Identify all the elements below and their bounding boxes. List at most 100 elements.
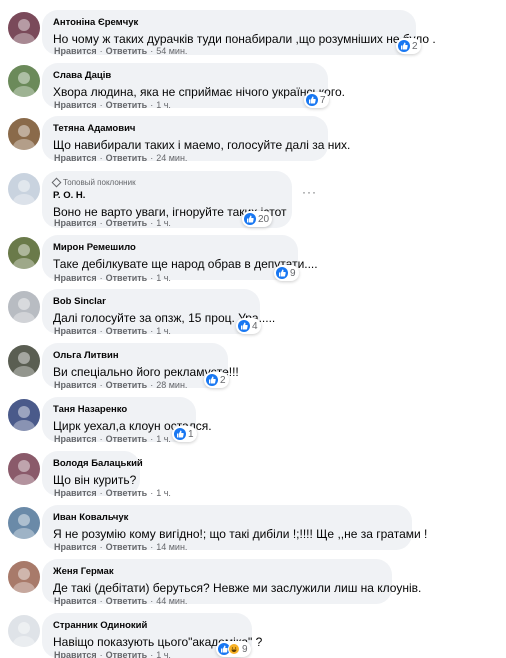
like-button[interactable]: Нравится [54,380,97,390]
reactions-count[interactable]: 20 [242,211,273,227]
reply-button[interactable]: Ответить [106,218,148,228]
comment-author[interactable]: Тетяна Адамович [53,123,317,135]
comment-author[interactable]: Иван Ковальчук [53,512,401,524]
comment-author[interactable]: Слава Даців [53,70,317,82]
reply-button[interactable]: Ответить [106,542,148,552]
avatar[interactable] [8,173,40,205]
top-fan-badge: Топовый поклонник [51,177,281,188]
reply-button[interactable]: Ответить [106,46,148,56]
comment-timestamp[interactable]: 1 ч. [156,273,171,283]
separator: · [99,542,103,552]
like-reaction-icon [174,428,186,440]
comment-timestamp[interactable]: 24 мин. [156,153,187,163]
comment-timestamp[interactable]: 1 ч. [156,100,171,110]
like-reaction-icon [206,374,218,386]
reactions-count[interactable]: 7 [304,92,329,108]
comment-actions: Нравится · Ответить · 1 ч. [54,218,171,228]
more-options-icon[interactable]: ··· [302,185,317,199]
reactions-number: 2 [412,40,418,52]
separator: · [150,650,154,658]
like-button[interactable]: Нравится [54,100,97,110]
avatar[interactable] [8,453,40,485]
reply-button[interactable]: Ответить [106,488,148,498]
like-button[interactable]: Нравится [54,326,97,336]
avatar[interactable] [8,65,40,97]
reactions-count[interactable]: 4 [236,318,261,334]
comment-actions: Нравится · Ответить · 1 ч. [54,488,171,498]
comment-actions: Нравится · Ответить · 1 ч. [54,434,171,444]
avatar[interactable] [8,118,40,150]
like-button[interactable]: Нравится [54,542,97,552]
like-button[interactable]: Нравится [54,488,97,498]
reactions-count[interactable]: 2 [396,38,421,54]
comment-author[interactable]: Р. О. Н. [53,190,281,202]
comment-author[interactable]: Таня Назаренко [53,404,185,416]
like-button[interactable]: Нравится [54,596,97,606]
comment-timestamp[interactable]: 1 ч. [156,488,171,498]
separator: · [150,100,154,110]
reply-button[interactable]: Ответить [106,380,148,390]
comment-text: Далі голосуйте за опзж, 15 проц. Ура....… [53,311,276,325]
comment-author[interactable]: Bob Sinclar [53,296,249,308]
separator: · [150,218,154,228]
reply-button[interactable]: Ответить [106,153,148,163]
comment-author[interactable]: Антоніна Єремчук [53,17,405,29]
separator: · [99,380,103,390]
reply-button[interactable]: Ответить [106,650,148,658]
comment-author[interactable]: Мирон Ремешило [53,242,287,254]
avatar[interactable] [8,399,40,431]
comment-author[interactable]: Женя Гермак [53,566,381,578]
comment-text: Хвора людина, яка не сприймає нічого укр… [53,85,345,99]
separator: · [150,326,154,336]
avatar[interactable] [8,345,40,377]
reply-button[interactable]: Ответить [106,273,148,283]
reactions-number: 1 [188,428,194,440]
comment-text: Я не розумію кому вигідно!; що такі дибі… [53,527,428,541]
like-reaction-icon [238,320,250,332]
comment-actions: Нравится · Ответить · 1 ч. [54,273,171,283]
avatar[interactable] [8,561,40,593]
reactions-count[interactable]: 2 [204,372,229,388]
like-button[interactable]: Нравится [54,273,97,283]
like-button[interactable]: Нравится [54,218,97,228]
comment-timestamp[interactable]: 28 мин. [156,380,187,390]
comment-timestamp[interactable]: 1 ч. [156,650,171,658]
avatar[interactable] [8,291,40,323]
reply-button[interactable]: Ответить [106,596,148,606]
comment-timestamp[interactable]: 44 мин. [156,596,187,606]
separator: · [150,273,154,283]
separator: · [99,100,103,110]
comment-actions: Нравится · Ответить · 24 мин. [54,153,187,163]
comment-author[interactable]: Ольга Литвин [53,350,217,362]
reactions-count[interactable]: 9 [274,265,299,281]
comment-author[interactable]: Володя Балацький [53,458,143,470]
comment-timestamp[interactable]: 14 мин. [156,542,187,552]
comment-author[interactable]: Странник Одинокий [53,620,241,632]
like-button[interactable]: Нравится [54,434,97,444]
comment-timestamp[interactable]: 1 ч. [156,326,171,336]
comment-actions: Нравится · Ответить · 1 ч. [54,650,171,658]
comment-timestamp[interactable]: 54 мин. [156,46,187,56]
separator: · [99,488,103,498]
reply-button[interactable]: Ответить [106,434,148,444]
like-button[interactable]: Нравится [54,650,97,658]
like-button[interactable]: Нравится [54,153,97,163]
reply-button[interactable]: Ответить [106,326,148,336]
diamond-icon [51,177,62,188]
separator: · [150,380,154,390]
separator: · [150,542,154,552]
comment-actions: Нравится · Ответить · 1 ч. [54,326,171,336]
avatar[interactable] [8,507,40,539]
reply-button[interactable]: Ответить [106,100,148,110]
avatar[interactable] [8,615,40,647]
avatar[interactable] [8,237,40,269]
avatar[interactable] [8,12,40,44]
like-button[interactable]: Нравится [54,46,97,56]
separator: · [150,434,154,444]
reactions-count[interactable]: 1 [172,426,197,442]
comment-timestamp[interactable]: 1 ч. [156,218,171,228]
reactions-count[interactable]: 9 [216,641,251,657]
separator: · [99,273,103,283]
comment-text: Навіщо показують цього"академіка" ? [53,635,263,649]
comment-timestamp[interactable]: 1 ч. [156,434,171,444]
